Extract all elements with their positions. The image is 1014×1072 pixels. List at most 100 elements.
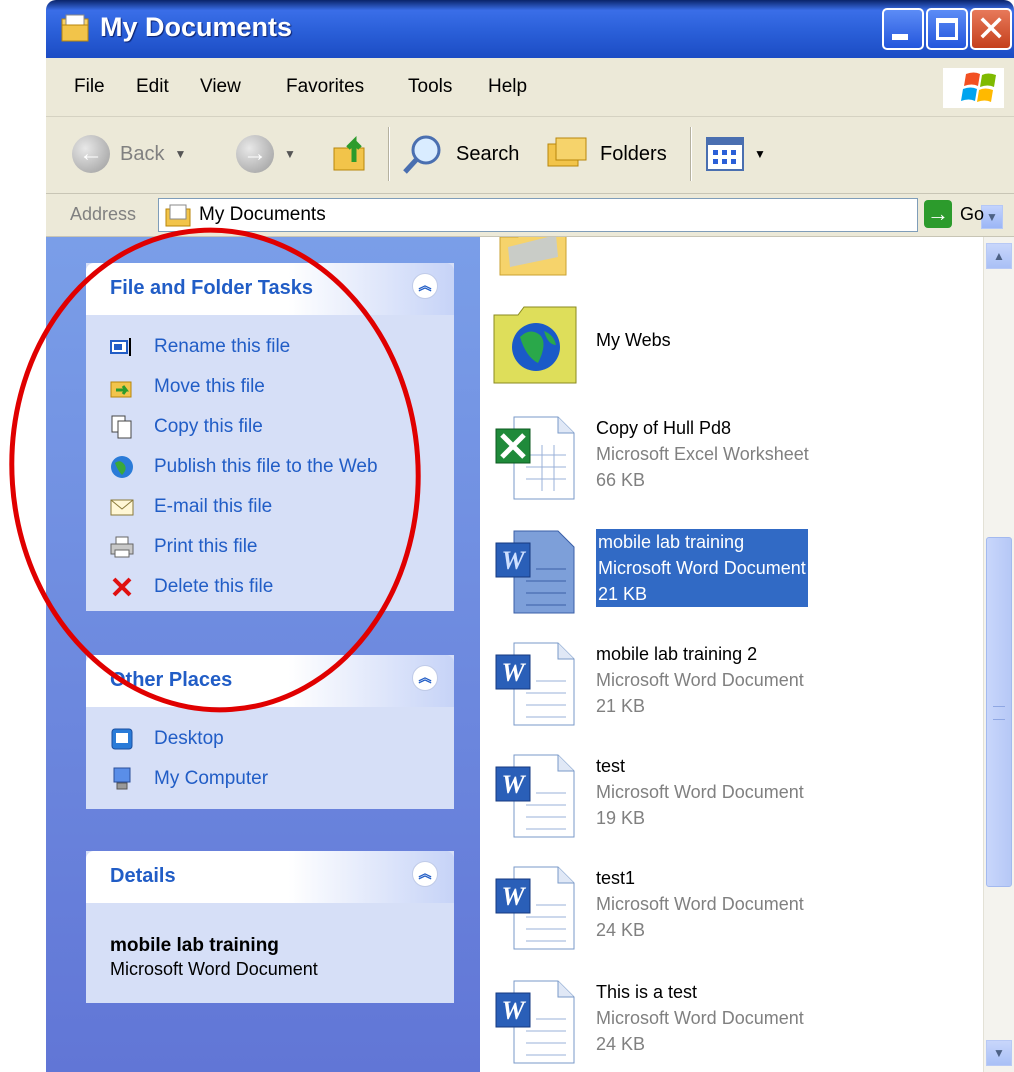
scroll-thumb[interactable] (986, 537, 1012, 887)
file-text: Copy of Hull Pd8 Microsoft Excel Workshe… (596, 415, 809, 493)
delete-icon (110, 575, 134, 599)
chevron-down-icon[interactable]: ▼ (284, 147, 296, 161)
file-item[interactable]: W This is a test Microsoft Word Document… (492, 971, 972, 1072)
address-dropdown-button[interactable]: ▼ (981, 205, 1003, 229)
go-button[interactable]: → Go (924, 200, 984, 228)
title-bar[interactable]: My Documents ✕ (46, 0, 1014, 58)
menu-file[interactable]: File (74, 76, 105, 98)
folder-icon[interactable] (498, 237, 568, 277)
up-folder-button[interactable] (330, 129, 374, 179)
place-my-computer[interactable]: My Computer (110, 767, 268, 791)
file-name: mobile lab training 2 (596, 644, 758, 664)
place-label: My Computer (154, 768, 269, 789)
vertical-scrollbar[interactable]: ▲ ▼ (983, 237, 1014, 1072)
menu-edit[interactable]: Edit (136, 76, 169, 98)
desktop-icon (110, 727, 134, 751)
back-button[interactable]: ← Back ▼ (72, 129, 186, 179)
scroll-up-button[interactable]: ▲ (986, 243, 1012, 269)
details-file-name: mobile lab training (110, 935, 279, 956)
task-print[interactable]: Print this file (110, 535, 257, 559)
folders-button[interactable]: Folders (546, 129, 667, 179)
forward-button[interactable]: → ▼ (236, 129, 296, 179)
task-label: E-mail this file (154, 496, 273, 517)
window-title: My Documents (100, 12, 293, 42)
svg-text:W: W (501, 658, 526, 687)
address-input[interactable]: My Documents ▼ (158, 198, 1003, 232)
file-name: This is a test (596, 982, 698, 1002)
chevron-down-icon: ▼ (986, 210, 998, 224)
forward-arrow-icon: → (236, 135, 274, 173)
views-icon (706, 137, 744, 171)
menu-help[interactable]: Help (488, 76, 527, 98)
place-desktop[interactable]: Desktop (110, 727, 224, 751)
file-tasks-header[interactable]: File and Folder Tasks ︽ (86, 263, 454, 315)
task-copy[interactable]: Copy this file (110, 415, 263, 439)
chevron-down-icon[interactable]: ▼ (174, 147, 186, 161)
web-folder-icon (493, 306, 577, 384)
menu-bar: File Edit View Favorites Tools Help (46, 58, 1014, 117)
details-header[interactable]: Details ︽ (86, 851, 454, 903)
views-button[interactable]: ▼ (706, 129, 766, 179)
details-file-type: Microsoft Word Document (110, 959, 318, 979)
toolbar: ← Back ▼ → ▼ Search Folders ▼ (46, 117, 1014, 194)
word-icon: W (495, 642, 575, 726)
menu-tools[interactable]: Tools (408, 76, 452, 98)
task-move[interactable]: Move this file (110, 375, 265, 399)
file-type: Microsoft Word Document (596, 894, 804, 914)
close-button[interactable]: ✕ (970, 8, 1012, 50)
file-type: Microsoft Word Document (598, 558, 806, 578)
file-size: 21 KB (596, 696, 646, 716)
file-text: mobile lab training Microsoft Word Docum… (596, 529, 808, 607)
file-type: Microsoft Word Document (596, 782, 804, 802)
up-folder-icon (333, 135, 365, 171)
maximize-button[interactable] (926, 8, 968, 50)
svg-text:W: W (501, 996, 526, 1025)
task-delete[interactable]: Delete this file (110, 575, 273, 599)
file-type: Microsoft Word Document (596, 670, 804, 690)
file-item[interactable]: W test1 Microsoft Word Document 24 KB (492, 857, 972, 967)
task-email[interactable]: E-mail this file (110, 495, 272, 519)
file-size: 24 KB (596, 1034, 646, 1054)
task-label: Move this file (154, 376, 265, 397)
chevron-up-icon: ▲ (993, 249, 1005, 263)
details-title: Details (110, 865, 176, 887)
folders-icon (547, 137, 587, 167)
task-label: Publish this file to the Web (154, 456, 378, 477)
file-size: 66 KB (596, 470, 646, 490)
back-label: Back (120, 142, 165, 165)
minimize-button[interactable] (882, 8, 924, 50)
task-label: Copy this file (154, 416, 263, 437)
file-size: 19 KB (596, 808, 646, 828)
go-arrow-icon: → (924, 200, 952, 228)
menu-favorites[interactable]: Favorites (286, 76, 364, 98)
my-documents-icon (165, 204, 191, 227)
address-value: My Documents (199, 204, 326, 225)
collapse-icon[interactable]: ︽ (412, 861, 438, 887)
toolbar-separator (690, 127, 692, 181)
scroll-down-button[interactable]: ▼ (986, 1040, 1012, 1066)
file-tasks-panel: File and Folder Tasks ︽ Rename this file… (86, 263, 454, 611)
task-rename[interactable]: Rename this file (110, 335, 290, 359)
search-button[interactable]: Search (400, 129, 519, 179)
task-pane: File and Folder Tasks ︽ Rename this file… (46, 237, 480, 1072)
chevron-down-icon[interactable]: ▼ (754, 147, 766, 161)
collapse-icon[interactable]: ︽ (412, 665, 438, 691)
word-icon: W (495, 980, 575, 1064)
go-label: Go (960, 203, 985, 224)
task-publish[interactable]: Publish this file to the Web (110, 455, 378, 479)
svg-text:W: W (501, 882, 526, 911)
printer-icon (110, 535, 134, 559)
file-text: This is a test Microsoft Word Document 2… (596, 979, 804, 1057)
file-item[interactable]: W test Microsoft Word Document 19 KB (492, 745, 972, 855)
file-item[interactable]: Copy of Hull Pd8 Microsoft Excel Workshe… (492, 407, 972, 517)
menu-view[interactable]: View (200, 76, 241, 98)
file-item-selected[interactable]: W mobile lab training Microsoft Word Doc… (492, 521, 972, 631)
file-item[interactable]: W mobile lab training 2 Microsoft Word D… (492, 633, 972, 743)
file-item[interactable]: My Webs (492, 293, 972, 403)
back-arrow-icon: ← (72, 135, 110, 173)
folders-label: Folders (600, 142, 667, 165)
collapse-icon[interactable]: ︽ (412, 273, 438, 299)
file-type: Microsoft Excel Worksheet (596, 444, 809, 464)
file-text: My Webs (596, 327, 671, 353)
other-places-header[interactable]: Other Places ︽ (86, 655, 454, 707)
